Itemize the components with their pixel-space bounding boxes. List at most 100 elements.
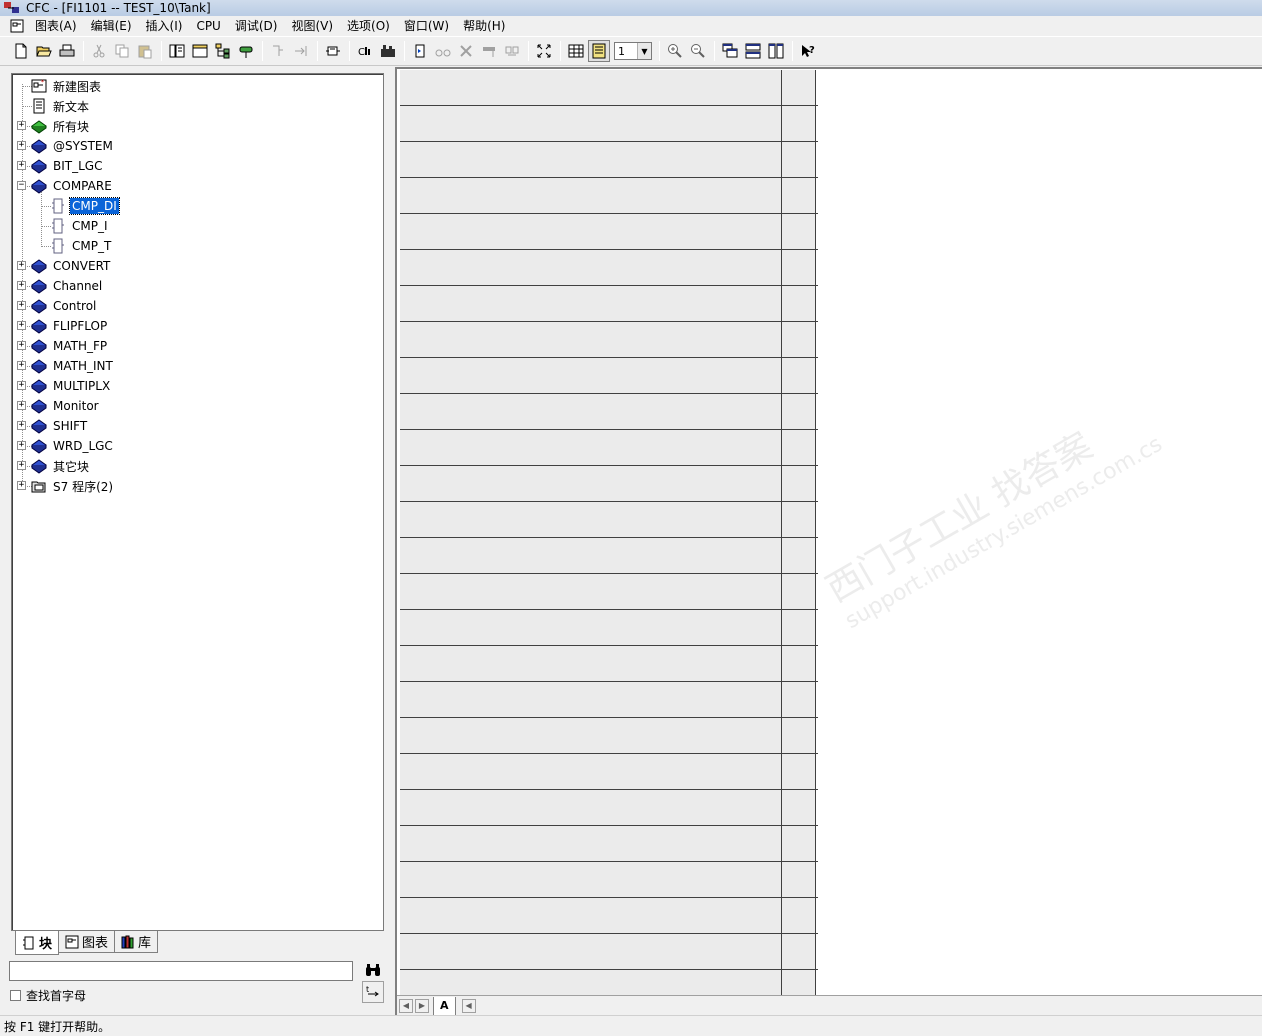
sheet-cell-main[interactable] bbox=[400, 106, 782, 141]
sheet-tab-a[interactable]: A bbox=[433, 996, 456, 1015]
run-sequence-button[interactable] bbox=[322, 40, 344, 62]
expand-icon[interactable]: + bbox=[17, 381, 26, 390]
tree-item[interactable]: 其它块 bbox=[31, 456, 91, 476]
sheet-row[interactable] bbox=[400, 466, 818, 502]
test-mode-button[interactable] bbox=[409, 40, 431, 62]
sheet-cell-side[interactable] bbox=[782, 286, 816, 321]
tree-item[interactable]: MATH_FP bbox=[31, 336, 109, 356]
sheet-row[interactable] bbox=[400, 502, 818, 538]
expand-icon[interactable]: + bbox=[17, 421, 26, 430]
sheet-cell-main[interactable] bbox=[400, 538, 782, 573]
sheet-row[interactable] bbox=[400, 430, 818, 466]
menu-edit[interactable]: 编辑(E) bbox=[84, 16, 139, 36]
sheet-cell-side[interactable] bbox=[782, 214, 816, 249]
sheet-cell-main[interactable] bbox=[400, 574, 782, 609]
menu-chart[interactable]: 图表(A) bbox=[28, 16, 84, 36]
breakpoint-button[interactable] bbox=[455, 40, 477, 62]
sheet-row[interactable] bbox=[400, 610, 818, 646]
tree-item[interactable]: MATH_INT bbox=[31, 356, 115, 376]
sheet-cell-side[interactable] bbox=[782, 466, 816, 501]
sheet-row[interactable] bbox=[400, 862, 818, 898]
sheet-row[interactable] bbox=[400, 106, 818, 142]
sheet-next-button[interactable]: ▶ bbox=[415, 998, 429, 1013]
tile-horizontal-button[interactable] bbox=[742, 40, 764, 62]
sheet-cell-main[interactable] bbox=[400, 754, 782, 789]
sheet-row[interactable] bbox=[400, 898, 818, 934]
search-input[interactable] bbox=[9, 961, 353, 981]
tree-item[interactable]: 新文本 bbox=[31, 96, 91, 116]
sheet-cell-side[interactable] bbox=[782, 718, 816, 753]
compile-button[interactable]: C bbox=[354, 40, 376, 62]
expand-icon[interactable]: + bbox=[17, 481, 26, 490]
tree-item[interactable]: CMP_DI bbox=[50, 196, 120, 216]
tree-item[interactable]: Control bbox=[31, 296, 98, 316]
sheet-cell-main[interactable] bbox=[400, 898, 782, 933]
sheet-cell-side[interactable] bbox=[782, 502, 816, 537]
context-help-button[interactable]: ? bbox=[797, 40, 819, 62]
sheet-cell-side[interactable] bbox=[782, 394, 816, 429]
tree-item[interactable]: CMP_I bbox=[50, 216, 110, 236]
sheet-row[interactable] bbox=[400, 358, 818, 394]
expand-icon[interactable]: + bbox=[17, 361, 26, 370]
block-tree[interactable]: * 新建图表 新文本 + 所有块 + @SYSTEM + BIT_LGC − COMPARE CMP_… bbox=[11, 73, 384, 931]
sheet-cell-main[interactable] bbox=[400, 682, 782, 717]
sheet-row[interactable] bbox=[400, 214, 818, 250]
tree-item[interactable]: SHIFT bbox=[31, 416, 89, 436]
sheet-prev-button[interactable]: ◀ bbox=[399, 998, 413, 1013]
menu-help[interactable]: 帮助(H) bbox=[456, 16, 512, 36]
sheet-row[interactable] bbox=[400, 682, 818, 718]
tree-item[interactable]: @SYSTEM bbox=[31, 136, 115, 156]
expand-icon[interactable]: + bbox=[17, 341, 26, 350]
expand-icon[interactable]: + bbox=[17, 161, 26, 170]
cut-button[interactable] bbox=[88, 40, 110, 62]
sheet-cell-side[interactable] bbox=[782, 358, 816, 393]
sheet-cell-main[interactable] bbox=[400, 466, 782, 501]
fit-view-button[interactable] bbox=[533, 40, 555, 62]
sheet-row[interactable] bbox=[400, 538, 818, 574]
sheet-cell-side[interactable] bbox=[782, 538, 816, 573]
sheet-cell-main[interactable] bbox=[400, 358, 782, 393]
sheet-row[interactable] bbox=[400, 322, 818, 358]
menu-options[interactable]: 选项(O) bbox=[340, 16, 397, 36]
forcing-button[interactable] bbox=[501, 40, 523, 62]
expand-icon[interactable]: + bbox=[17, 121, 26, 130]
sheet-cell-main[interactable] bbox=[400, 862, 782, 897]
sheet-cell-main[interactable] bbox=[400, 70, 782, 105]
paste-button[interactable] bbox=[134, 40, 156, 62]
document-menu-icon[interactable] bbox=[10, 19, 24, 33]
tree-item[interactable]: * 新建图表 bbox=[31, 76, 103, 96]
tab-library[interactable]: 库 bbox=[114, 931, 159, 953]
sheet-cell-main[interactable] bbox=[400, 430, 782, 465]
expand-icon[interactable]: + bbox=[17, 401, 26, 410]
interconnect-button[interactable] bbox=[267, 40, 289, 62]
menu-cpu[interactable]: CPU bbox=[189, 16, 227, 36]
zoom-in-button[interactable] bbox=[664, 40, 686, 62]
sheet-row[interactable] bbox=[400, 142, 818, 178]
sheet-cell-main[interactable] bbox=[400, 718, 782, 753]
sheet-row[interactable] bbox=[400, 70, 818, 106]
cascade-button[interactable] bbox=[719, 40, 741, 62]
menu-window[interactable]: 窗口(W) bbox=[397, 16, 456, 36]
sheet-cell-main[interactable] bbox=[400, 250, 782, 285]
sheet-row[interactable] bbox=[400, 574, 818, 610]
sheet-cell-side[interactable] bbox=[782, 106, 816, 141]
expand-icon[interactable]: + bbox=[17, 261, 26, 270]
sheet-cell-side[interactable] bbox=[782, 250, 816, 285]
sheet-row[interactable] bbox=[400, 826, 818, 862]
tree-item[interactable]: 所有块 bbox=[31, 116, 91, 136]
sheet-cell-main[interactable] bbox=[400, 790, 782, 825]
sheet-cell-side[interactable] bbox=[782, 934, 816, 969]
chart-sheet-grid[interactable] bbox=[400, 70, 818, 995]
sheet-cell-main[interactable] bbox=[400, 502, 782, 537]
sheet-cell-main[interactable] bbox=[400, 610, 782, 645]
download-button[interactable] bbox=[377, 40, 399, 62]
sheet-cell-side[interactable] bbox=[782, 430, 816, 465]
sort-button[interactable]: t bbox=[362, 981, 384, 1003]
expand-icon[interactable]: + bbox=[17, 461, 26, 470]
sheet-row[interactable] bbox=[400, 790, 818, 826]
sheet-cell-side[interactable] bbox=[782, 322, 816, 357]
sheet-row[interactable] bbox=[400, 970, 818, 995]
sheet-cell-side[interactable] bbox=[782, 682, 816, 717]
sheet-row[interactable] bbox=[400, 934, 818, 970]
sheet-cell-main[interactable] bbox=[400, 286, 782, 321]
